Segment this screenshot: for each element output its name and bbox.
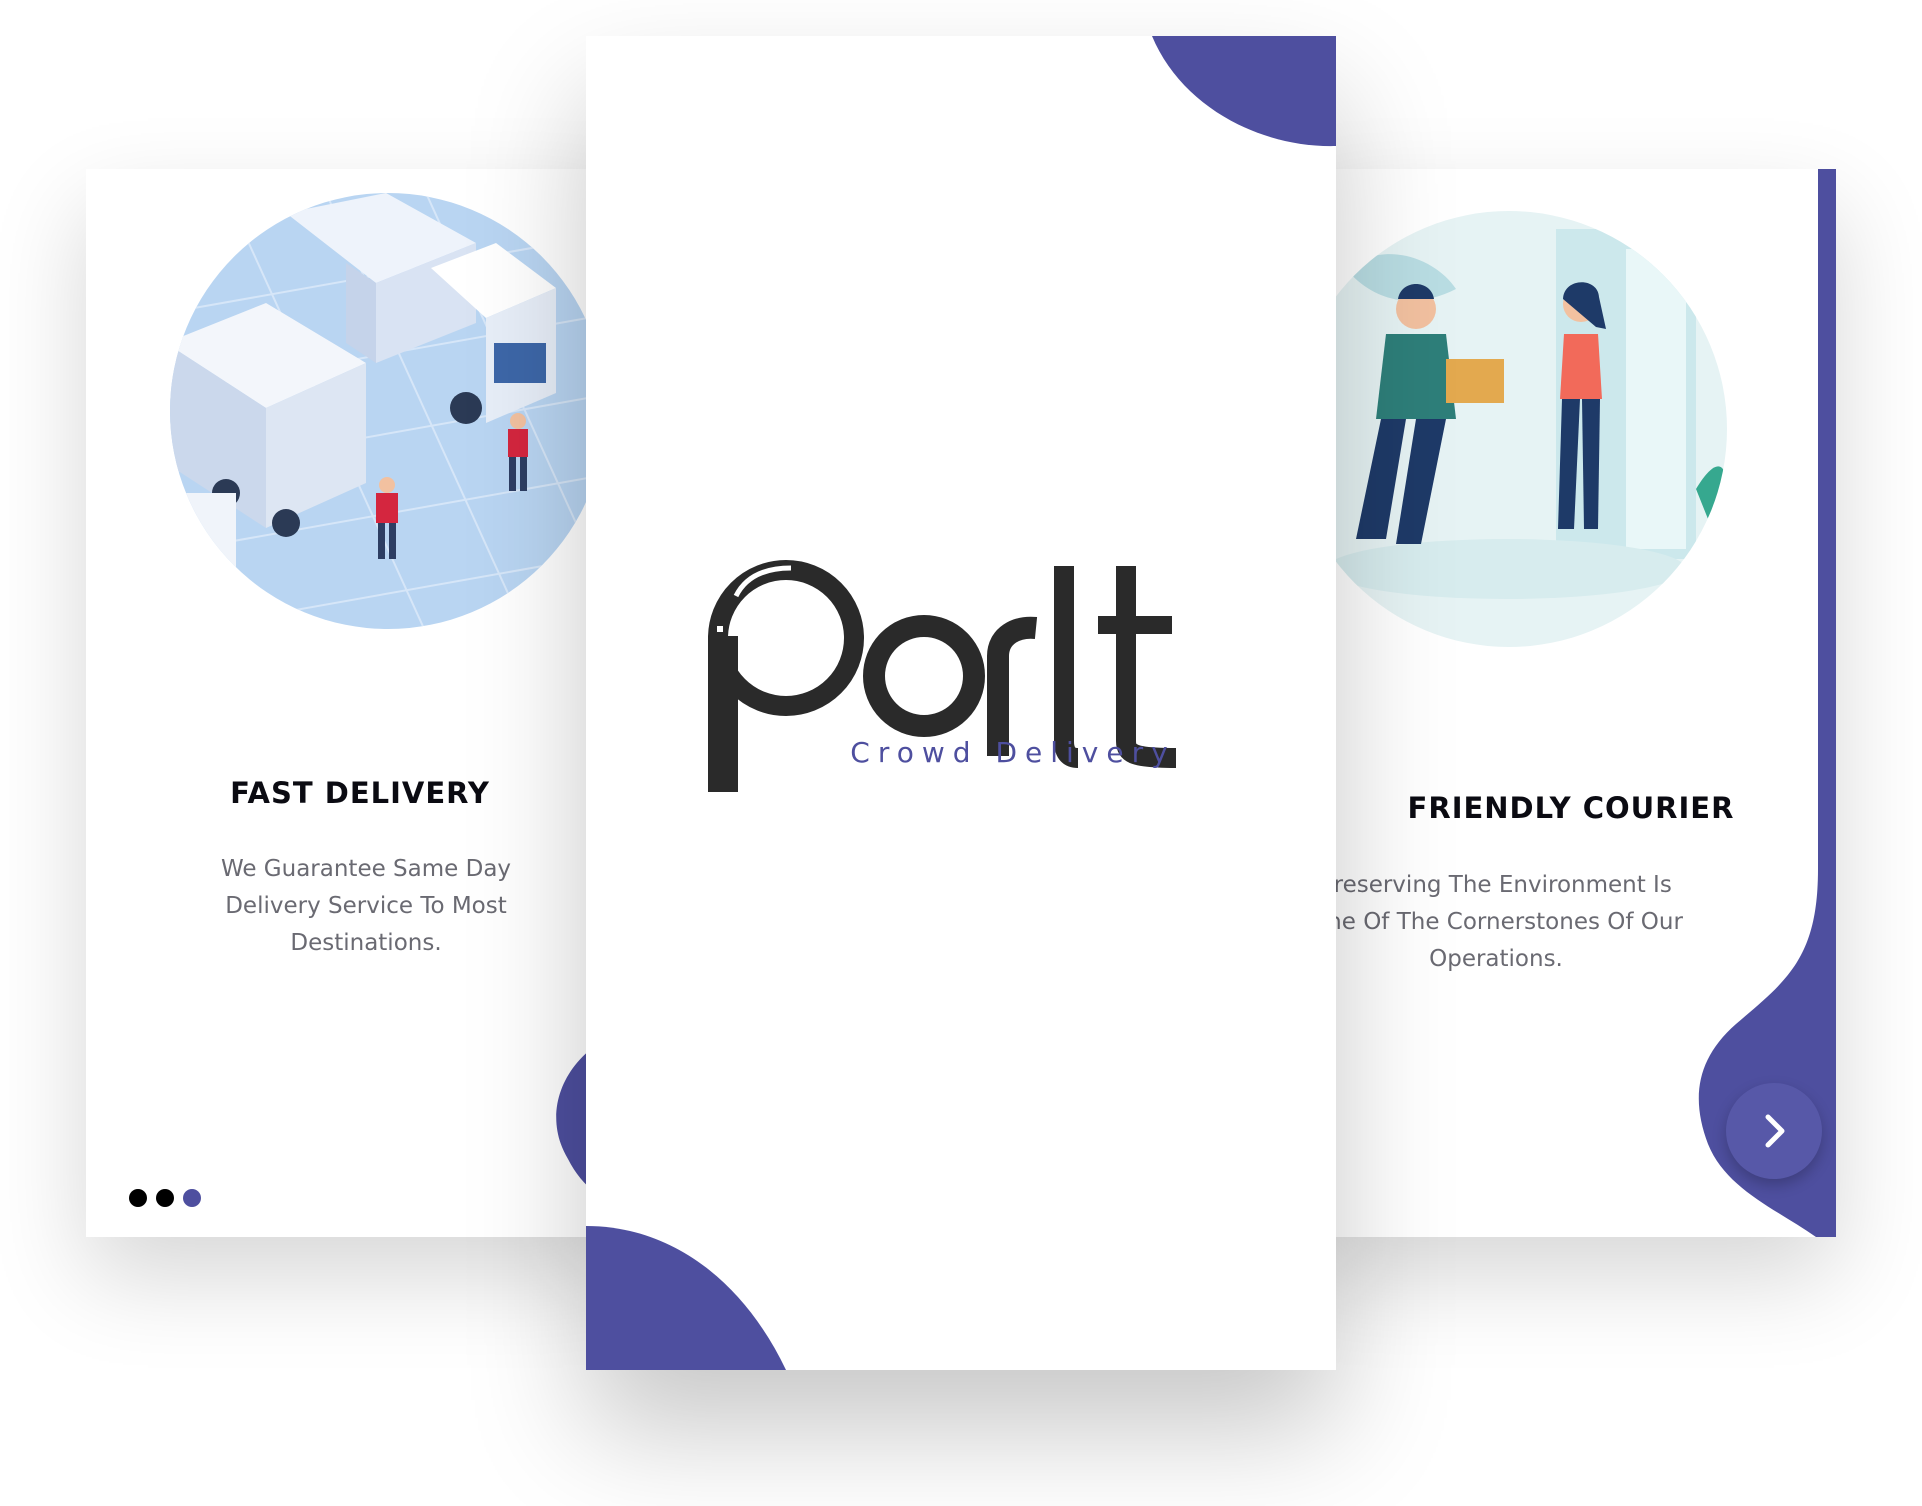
feature-title: FAST DELIVERY	[230, 776, 490, 810]
splash-screen: Crowd Delivery	[586, 36, 1336, 1370]
feature-description: We Guarantee Same Day Delivery Service T…	[220, 856, 512, 956]
side-wave-decoration	[1698, 169, 1836, 1237]
delivery-trucks-illustration	[170, 193, 606, 629]
feature-description: Preserving The Environment Is One Of The…	[1309, 872, 1683, 972]
pager-dot[interactable]	[156, 1189, 174, 1207]
pager-dot[interactable]	[129, 1189, 147, 1207]
chevron-right-icon	[1765, 1114, 1785, 1148]
corner-blob-decoration	[1152, 36, 1336, 147]
onboarding-screen-fast-delivery: FAST DELIVERY We Guarantee Same Day Deli…	[86, 169, 626, 1237]
pager-dot-active[interactable]	[183, 1189, 201, 1207]
logo-tagline: Crowd Delivery	[850, 736, 1176, 769]
next-button[interactable]	[1726, 1083, 1822, 1179]
pager-dots	[129, 1189, 201, 1207]
corner-blob-decoration	[586, 1226, 786, 1370]
onboarding-screen-friendly-courier: FRIENDLY COURIER Preserving The Environm…	[1306, 169, 1836, 1237]
